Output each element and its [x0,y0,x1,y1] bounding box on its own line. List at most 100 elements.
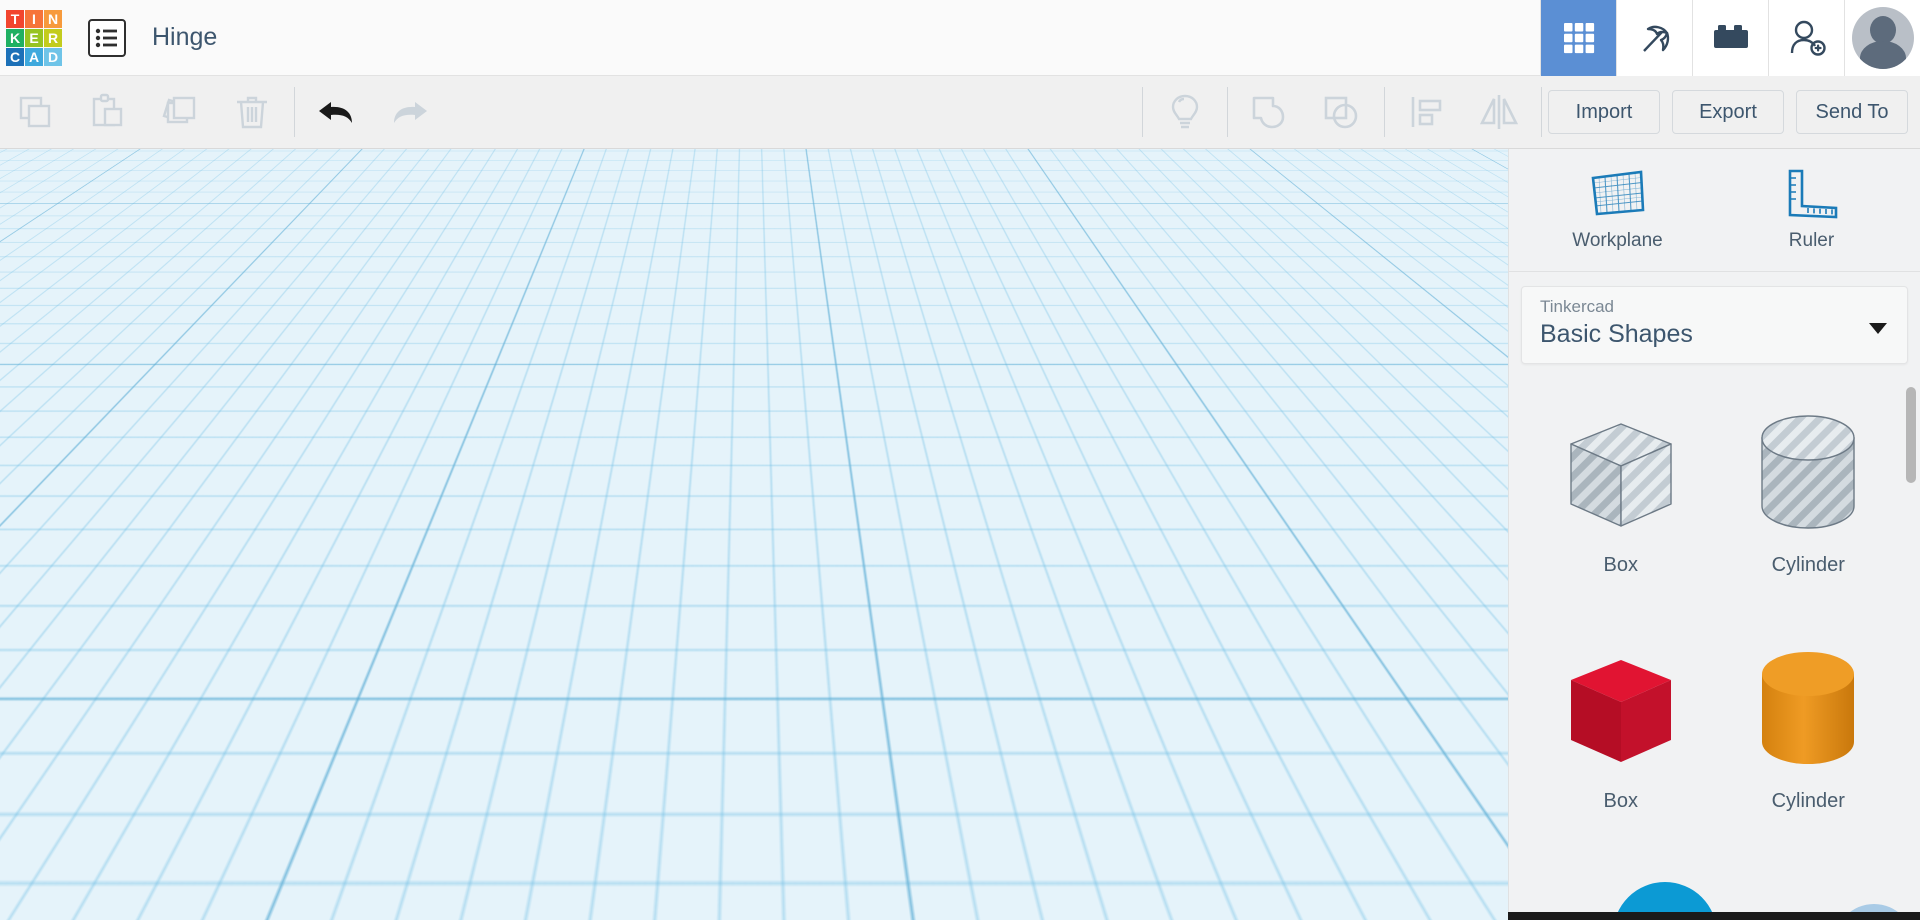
align-tools [1391,76,1535,149]
send-to-button[interactable]: Send To [1796,90,1908,134]
delete-button[interactable] [216,76,288,149]
avatar [1852,7,1914,69]
bottom-edge-strip [0,912,1920,920]
zoom-in-button[interactable] [30,383,76,429]
tinkercad-logo[interactable]: TINKERCAD [6,10,62,66]
home-view-button[interactable] [30,279,76,325]
perspective-toggle-button[interactable] [30,487,76,533]
home-view-icon [41,291,65,313]
zoom-out-button[interactable] [30,435,76,481]
chevron-right-icon: ❯ [1487,518,1507,542]
logo-cell-a: A [25,48,43,66]
logo-cell-n: N [44,10,62,28]
library-owner: Tinkercad [1540,297,1889,317]
lightbulb-icon [1166,92,1204,132]
design-menu-button[interactable] [88,19,126,57]
caret-up-icon [1447,888,1459,895]
logo-cell-t: T [6,10,24,28]
tinkercad-app: TINKERCAD Hinge [0,0,1920,920]
redo-icon [387,94,431,130]
workplane-label: Workplane [1572,230,1662,252]
mirror-button[interactable] [1463,76,1535,149]
shapes-panel: Workplane Ruler Tinkercad Basic Shapes [1508,149,1920,920]
shape-item-solid-cylinder[interactable]: Cylinder [1715,616,1903,846]
duplicate-button[interactable] [144,76,216,149]
paste-icon [88,92,128,132]
paste-button[interactable] [72,76,144,149]
trash-icon [232,92,272,132]
history-tools [301,76,445,149]
toolbar-divider-4 [1384,87,1385,137]
undo-button[interactable] [301,76,373,149]
edit-toolbar: Import Export Send To [0,76,1920,149]
list-menu-icon [95,28,119,48]
zoom-out-icon [41,446,65,470]
lego-brick-icon [1712,23,1750,53]
mirror-icon [1476,93,1522,131]
snap-grid-value: 1.0 mm [1375,881,1435,902]
align-button[interactable] [1391,76,1463,149]
edit-grid-button[interactable]: Edit Grid [1334,831,1438,863]
group-button[interactable] [1234,76,1306,149]
perspective-toggle-icon [40,497,66,523]
ungroup-button[interactable] [1306,76,1378,149]
3d-viewport[interactable]: TOP FRONT [0,149,1508,920]
header-invite-button[interactable] [1768,0,1844,76]
shape-list-scrollbar[interactable] [1906,387,1916,483]
zoom-in-icon [41,394,65,418]
app-header: TINKERCAD Hinge [0,0,1920,76]
workplane-ruler-row: Workplane Ruler [1509,149,1920,272]
chevron-down-icon [1869,323,1887,334]
notes-tools [1149,76,1221,149]
ruler-icon [1784,168,1840,220]
shape-library-dropdown[interactable]: Tinkercad Basic Shapes [1521,286,1908,364]
shape-list-scroll-track[interactable] [1906,381,1916,919]
header-bricks-button[interactable] [1692,0,1768,76]
panel-collapse-toggle[interactable]: ❯ [1486,501,1508,559]
shape-list: Box Cylinder [1509,380,1920,846]
fit-to-view-button[interactable] [30,331,76,377]
shape-item-solid-box[interactable]: Box [1527,616,1715,846]
add-person-icon [1787,19,1827,57]
ruler-label: Ruler [1789,230,1834,252]
shape-label: Box [1604,790,1638,813]
logo-cell-i: I [25,10,43,28]
import-button[interactable]: Import [1548,90,1660,134]
logo-cell-r: R [44,29,62,47]
solid-box-thumbnail [1561,650,1681,776]
shape-item-hole-cylinder[interactable]: Cylinder [1715,380,1903,610]
snap-grid-select[interactable]: 1.0 mm [1362,874,1472,908]
workplane-tool[interactable]: Workplane [1548,168,1688,252]
shape-label: Box [1604,554,1638,577]
shape-label: Cylinder [1772,790,1845,813]
duplicate-icon [160,92,200,132]
header-actions [1540,0,1920,76]
ruler-tool[interactable]: Ruler [1742,168,1882,252]
user-avatar-button[interactable] [1844,0,1920,76]
hole-box-thumbnail [1561,414,1681,540]
header-minecraft-button[interactable] [1616,0,1692,76]
align-icon [1406,93,1448,131]
toolbar-divider-2 [1142,87,1143,137]
solid-cylinder-thumbnail [1750,650,1866,776]
snap-grid-control: Snap Grid 1.0 mm [1269,874,1472,908]
logo-cell-c: C [6,48,24,66]
group-icon [1249,92,1291,132]
header-gallery-button[interactable] [1540,0,1616,76]
export-button[interactable]: Export [1672,90,1784,134]
view-cube-front-label: FRONT [54,254,114,272]
workplane-icon [1589,168,1647,220]
toolbar-divider-3 [1227,87,1228,137]
logo-cell-d: D [44,48,62,66]
copy-button[interactable] [0,76,72,149]
snap-grid-label: Snap Grid [1269,881,1350,902]
logo-cell-e: E [25,29,43,47]
shape-item-hole-box[interactable]: Box [1527,380,1715,610]
toolbar-divider [294,87,295,137]
notes-button[interactable] [1149,76,1221,149]
redo-button[interactable] [373,76,445,149]
hole-cylinder-thumbnail [1750,414,1866,540]
grouping-tools [1234,76,1378,149]
toolbar-divider-5 [1541,87,1542,137]
fit-to-view-icon [41,342,65,366]
